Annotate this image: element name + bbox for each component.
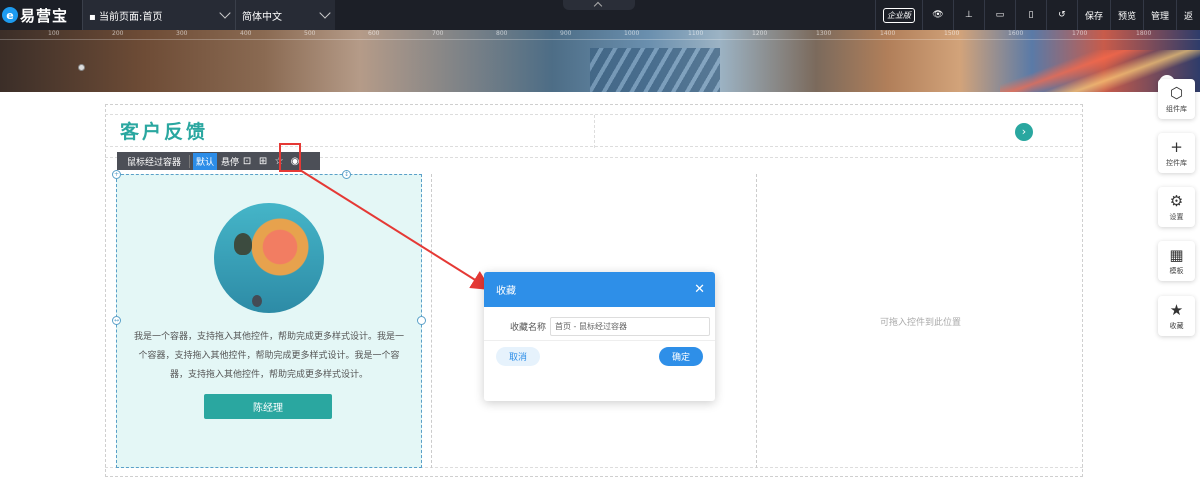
plus-icon: +	[1170, 137, 1183, 156]
gear-icon: ⚙	[1169, 191, 1184, 210]
dialog-title: 收藏	[496, 286, 516, 297]
favorites-button[interactable]: ★ 收藏	[1158, 296, 1195, 336]
close-icon[interactable]: ✕	[694, 282, 705, 297]
annotation-arrow	[299, 169, 492, 291]
cancel-button[interactable]: 取消	[496, 347, 540, 366]
favorite-dialog: 收藏 ✕ 收藏名称 首页 - 鼠标经过容器 取消 确定	[484, 272, 715, 401]
template-icon: ▦	[1169, 245, 1184, 264]
name-field-input[interactable]: 首页 - 鼠标经过容器	[550, 317, 710, 336]
name-field-row: 收藏名称 首页 - 鼠标经过容器	[484, 313, 715, 341]
confirm-button[interactable]: 确定	[659, 347, 703, 366]
settings-button[interactable]: ⚙ 设置	[1158, 187, 1195, 227]
name-field-label: 收藏名称	[510, 323, 547, 333]
cube-icon: ⬡	[1169, 83, 1184, 102]
control-library-button[interactable]: + 控件库	[1158, 133, 1195, 173]
template-button[interactable]: ▦ 模板	[1158, 241, 1195, 281]
dialog-buttons: 取消 确定	[496, 347, 703, 366]
component-library-button[interactable]: ⬡ 组件库	[1158, 79, 1195, 119]
dialog-header: 收藏 ✕	[484, 272, 715, 307]
star-icon: ★	[1169, 300, 1184, 319]
